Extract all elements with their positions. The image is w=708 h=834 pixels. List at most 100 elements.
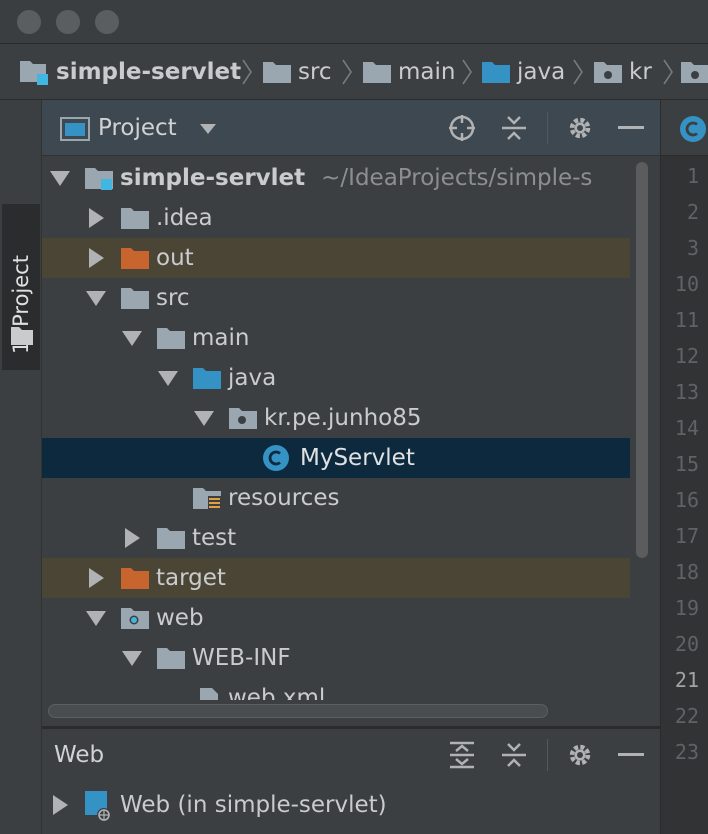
breadcrumb: simple-servlet src main java kr [0, 44, 708, 100]
source-folder-icon [482, 62, 510, 83]
line-number: 12 [674, 344, 699, 368]
tree-node-myservlet[interactable]: MyServlet [42, 438, 630, 478]
web-folder-icon [121, 608, 149, 629]
tree-node-label: test [192, 525, 237, 551]
resources-folder-icon [193, 488, 221, 510]
window-title-bar [0, 0, 708, 44]
project-panel: Project simple-servlet ~/IdeaProjects/si… [42, 100, 660, 726]
line-number: 10 [674, 272, 699, 296]
line-number: 16 [674, 488, 699, 512]
project-view-selector[interactable]: Project [98, 100, 177, 156]
tree-node-label: .idea [156, 205, 213, 231]
collapsed-arrow-icon[interactable] [48, 793, 72, 817]
tool-window-strip: 1: Project [0, 100, 42, 834]
tree-node-web-inf[interactable]: WEB-INF [42, 638, 630, 678]
gear-icon[interactable] [566, 741, 594, 769]
tree-node-test[interactable]: test [42, 518, 630, 558]
folder-icon [11, 327, 33, 345]
collapsed-arrow-icon[interactable] [84, 246, 108, 270]
line-number: 2 [686, 200, 699, 224]
line-number: 3 [686, 236, 699, 260]
expanded-arrow-icon[interactable] [120, 646, 144, 670]
folder-icon [263, 62, 291, 83]
xml-file-icon [200, 688, 218, 700]
line-number: 15 [674, 452, 699, 476]
hide-panel-icon[interactable] [618, 126, 644, 130]
toolbar-divider [547, 112, 548, 144]
web-panel: Web Web (in simple-servlet) [42, 728, 660, 834]
tree-node-package[interactable]: kr.pe.junho85 [42, 398, 630, 438]
collapse-all-icon[interactable] [500, 114, 528, 142]
line-number: 23 [674, 740, 699, 764]
window-minimize-button[interactable] [56, 10, 80, 34]
folder-icon [157, 528, 185, 549]
tree-node-web-xml[interactable]: web.xml [42, 678, 630, 700]
expanded-arrow-icon[interactable] [156, 366, 180, 390]
gear-icon[interactable] [566, 114, 594, 142]
chevron-right-icon [663, 59, 673, 85]
window-close-button[interactable] [17, 10, 41, 34]
collapsed-arrow-icon[interactable] [84, 566, 108, 590]
tree-node-label: kr.pe.junho85 [264, 405, 422, 431]
tree-node-label: simple-servlet [120, 165, 306, 191]
tree-node-idea[interactable]: .idea [42, 198, 630, 238]
folder-icon [121, 208, 149, 229]
web-facet-item[interactable]: Web (in simple-servlet) [42, 785, 660, 825]
java-class-icon [263, 445, 289, 471]
expanded-arrow-icon[interactable] [192, 406, 216, 430]
tree-node-label: target [156, 565, 226, 591]
horizontal-scrollbar[interactable] [48, 704, 548, 718]
editor-tab[interactable] [661, 100, 708, 156]
folder-icon [157, 328, 185, 349]
tree-node-web[interactable]: web [42, 598, 630, 638]
tree-node-main[interactable]: main [42, 318, 630, 358]
chevron-right-icon [573, 59, 583, 85]
toolbar-divider [547, 739, 548, 771]
line-number: 19 [674, 596, 699, 620]
web-panel-title: Web [54, 742, 105, 768]
package-icon[interactable] [680, 60, 708, 84]
vertical-scrollbar[interactable] [636, 162, 648, 558]
editor-area: 1 2 3 10 11 12 13 14 15 16 17 18 19 20 21 22 23 [660, 100, 708, 834]
java-class-icon [680, 116, 706, 142]
line-number: 14 [674, 416, 699, 440]
collapsed-arrow-icon[interactable] [120, 526, 144, 550]
tree-node-label: web.xml [228, 685, 326, 700]
breadcrumb-item-java[interactable]: java [517, 44, 565, 99]
expanded-arrow-icon[interactable] [84, 286, 108, 310]
tree-node-java[interactable]: java [42, 358, 630, 398]
chevron-right-icon [342, 59, 352, 85]
tree-node-out[interactable]: out [42, 238, 630, 278]
tree-node-target[interactable]: target [42, 558, 630, 598]
module-folder-icon [20, 61, 48, 85]
chevron-right-icon [462, 59, 472, 85]
line-number: 13 [674, 380, 699, 404]
expanded-arrow-icon[interactable] [120, 326, 144, 350]
line-number: 17 [674, 524, 699, 548]
breadcrumb-item-src[interactable]: src [298, 44, 332, 99]
expand-all-icon[interactable] [448, 741, 476, 769]
tree-node-simple-servlet[interactable]: simple-servlet ~/IdeaProjects/simple-s [42, 158, 630, 198]
line-number: 1 [686, 164, 699, 188]
source-folder-icon [193, 368, 221, 389]
project-view-icon [60, 117, 90, 141]
collapse-all-icon[interactable] [500, 741, 528, 769]
tree-node-label: MyServlet [300, 445, 415, 471]
expanded-arrow-icon[interactable] [48, 166, 72, 190]
breadcrumb-item-main[interactable]: main [398, 44, 455, 99]
window-zoom-button[interactable] [95, 10, 119, 34]
tree-node-label: src [156, 285, 190, 311]
tree-node-src[interactable]: src [42, 278, 630, 318]
hide-panel-icon[interactable] [618, 753, 644, 757]
breadcrumb-item-kr[interactable]: kr [629, 44, 652, 99]
collapsed-arrow-icon[interactable] [84, 206, 108, 230]
package-icon [594, 62, 622, 83]
tree-node-label: java [228, 365, 277, 391]
breadcrumb-item-simple-servlet[interactable]: simple-servlet [56, 44, 241, 99]
tree-node-label: resources [228, 485, 340, 511]
chevron-down-icon[interactable] [200, 124, 216, 134]
locate-file-icon[interactable] [448, 114, 476, 142]
tree-node-resources[interactable]: resources [42, 478, 630, 518]
web-facet-label: Web (in simple-servlet) [120, 792, 387, 818]
expanded-arrow-icon[interactable] [84, 606, 108, 630]
